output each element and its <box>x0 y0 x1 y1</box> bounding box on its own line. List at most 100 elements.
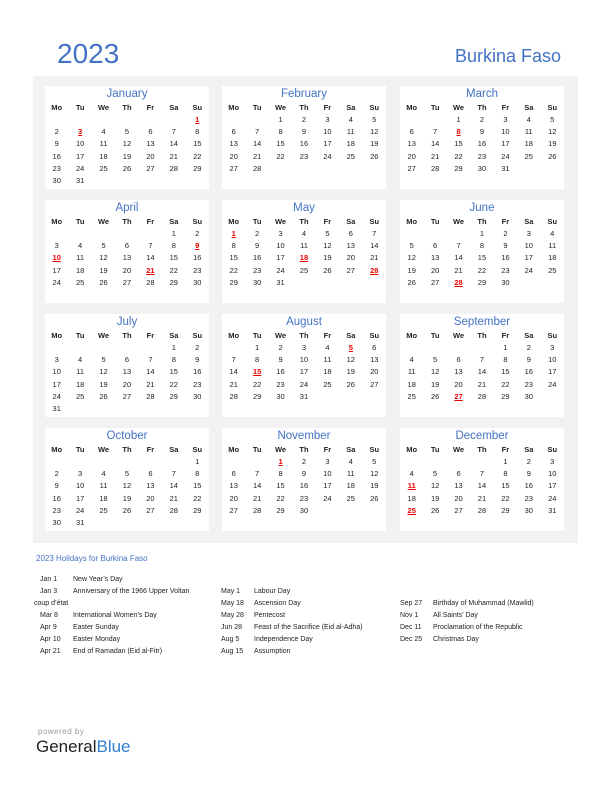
week-row: 2 3 4 5 6 7 8 <box>45 126 209 138</box>
holiday-name: Christmas Day <box>433 636 479 643</box>
week-row: 1 <box>45 114 209 126</box>
day-cell: 8 <box>231 241 236 251</box>
day-cell: 13 <box>229 139 238 149</box>
week-row: 25 26 27 28 29 30 <box>400 391 564 403</box>
day-cell: 3 <box>278 229 283 239</box>
day-cell: 29 <box>229 277 238 287</box>
holiday-day-cell: 25 <box>407 505 416 515</box>
day-cell: 29 <box>193 163 202 173</box>
holiday-item: May 18 Ascension Day <box>221 598 363 610</box>
empty-cell <box>541 277 564 289</box>
day-cell: 21 <box>477 379 487 389</box>
empty-cell <box>139 456 162 468</box>
month-november: November Mo Tu We Th Fr Sa Su 1 2 3 4 5 6 7 8 9 10 11 12 13 1… <box>222 428 386 531</box>
day-cell: 5 <box>372 457 377 467</box>
weekday-header: Th <box>122 445 132 454</box>
day-cell: 17 <box>548 367 557 377</box>
holiday-date: Apr 10 <box>40 636 61 643</box>
generalblue-logo[interactable]: GeneralBlue <box>36 737 131 757</box>
day-cell: 3 <box>550 457 555 467</box>
day-cell: 30 <box>477 163 487 173</box>
day-cell: 7 <box>372 229 377 239</box>
weekday-header: We <box>274 103 287 112</box>
day-cell: 4 <box>101 127 106 137</box>
month-name: May <box>293 202 315 214</box>
day-cell: 18 <box>407 493 416 503</box>
day-cell: 20 <box>346 253 355 263</box>
day-cell: 22 <box>276 151 285 161</box>
holiday-item: May 28 Pentecost <box>221 610 363 622</box>
holidays-title: 2023 Holidays for Burkina Faso <box>36 554 148 563</box>
day-cell: 16 <box>524 367 533 377</box>
day-cell: 16 <box>252 253 262 263</box>
empty-cell <box>517 277 540 289</box>
day-cell: 8 <box>503 469 508 479</box>
day-cell: 4 <box>301 229 307 239</box>
holiday-item: Dec 11 Proclamation of the Republic <box>400 622 534 634</box>
day-cell: 20 <box>370 367 379 377</box>
day-cell: 23 <box>252 265 262 275</box>
day-cell: 3 <box>301 343 307 353</box>
day-cell: 8 <box>255 355 260 365</box>
day-cell: 26 <box>370 493 379 503</box>
day-cell: 20 <box>146 151 155 161</box>
weekday-header: Tu <box>430 103 440 112</box>
day-cell: 27 <box>454 505 463 515</box>
empty-cell <box>339 163 362 175</box>
empty-cell <box>363 505 386 517</box>
weekday-header: Sa <box>524 217 534 226</box>
empty-cell <box>447 228 470 240</box>
weekday-header: Fr <box>146 331 155 340</box>
day-cell: 1 <box>171 229 176 239</box>
holiday-day-cell: 27 <box>454 391 463 401</box>
empty-cell <box>423 114 446 126</box>
holiday-date: Aug 5 <box>221 636 240 643</box>
day-cell: 21 <box>169 493 178 503</box>
empty-cell <box>470 342 493 354</box>
day-cell: 2 <box>255 229 260 239</box>
day-cell: 10 <box>75 481 85 491</box>
day-cell: 25 <box>323 379 332 389</box>
holiday-date: Apr 21 <box>40 648 61 655</box>
weekday-header: Tu <box>430 331 440 340</box>
day-cell: 13 <box>430 253 440 263</box>
month-march: March Mo Tu We Th Fr Sa Su 1 2 3 4 5 6 7 8 9 10 11 12 13 14 15… <box>400 86 564 189</box>
empty-cell <box>68 456 91 468</box>
day-cell: 12 <box>122 139 132 149</box>
weekday-header: Sa <box>346 445 356 454</box>
empty-cell <box>68 228 91 240</box>
empty-cell <box>269 163 292 175</box>
holiday-date: Dec 11 <box>400 624 422 631</box>
calendar-panel: January Mo Tu We Th Fr Sa Su 1 2 3 4 5 6 7 8 9 10 11 12 13 14… <box>33 76 578 543</box>
holiday-item: Mar 8 International Women’s Day <box>40 610 189 622</box>
day-cell: 14 <box>229 367 238 377</box>
empty-cell <box>115 403 138 415</box>
day-cell: 2 <box>301 457 307 467</box>
day-cell: 7 <box>433 127 438 137</box>
day-cell: 14 <box>252 481 262 491</box>
holiday-item: Jan 3 Anniversary of the 1966 Upper Volta… <box>40 586 189 598</box>
day-cell: 5 <box>325 229 330 239</box>
day-cell: 24 <box>75 505 85 515</box>
day-cell: 22 <box>169 265 178 275</box>
day-cell: 28 <box>477 391 487 401</box>
empty-cell <box>186 175 209 187</box>
weekday-header: Fr <box>323 445 332 454</box>
day-cell: 29 <box>193 505 202 515</box>
empty-cell <box>423 456 446 468</box>
day-cell: 8 <box>171 355 176 365</box>
day-cell: 9 <box>526 469 531 479</box>
week-row: 11 12 13 14 15 16 17 <box>400 366 564 378</box>
day-cell: 14 <box>477 367 487 377</box>
day-cell: 9 <box>479 127 485 137</box>
week-row: 27 28 29 30 <box>222 505 386 517</box>
month-october: October Mo Tu We Th Fr Sa Su 1 2 3 4 5 6 7 8 9 10 11 12 13 14… <box>45 428 209 531</box>
day-cell: 12 <box>99 367 108 377</box>
day-cell: 28 <box>430 163 440 173</box>
week-row: 18 19 20 21 22 23 24 <box>400 379 564 391</box>
week-row: 31 <box>45 403 209 415</box>
empty-cell <box>115 456 138 468</box>
holiday-date: May 28 <box>221 612 244 619</box>
holiday-item: Dec 25 Christmas Day <box>400 634 534 646</box>
month-december: December Mo Tu We Th Fr Sa Su 1 2 3 4 5 6 7 8 9 10 11 12 13 1… <box>400 428 564 531</box>
